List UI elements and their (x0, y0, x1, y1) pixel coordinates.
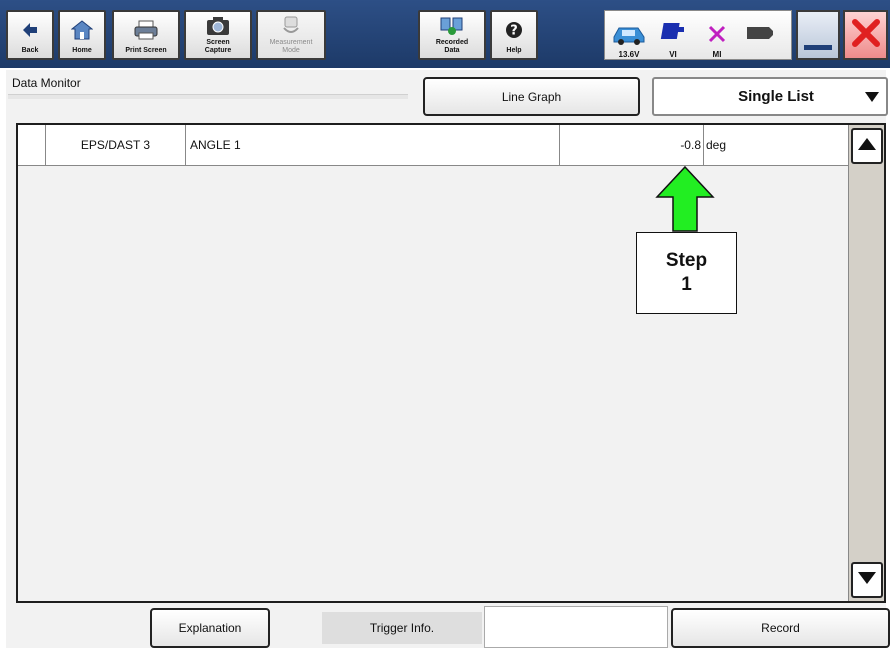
monitor-table: EPS/DAST 3 ANGLE 1 -0.8 deg (16, 123, 886, 603)
record-button[interactable]: Record (671, 608, 890, 648)
vi-icon (658, 21, 688, 50)
measurement-icon (281, 12, 301, 39)
screen-capture-button[interactable]: Screen Capture (184, 10, 252, 60)
connector-icon (745, 21, 777, 50)
vi-label: VI (669, 50, 677, 59)
back-arrow-icon (21, 12, 39, 47)
home-icon (71, 12, 93, 47)
title-underline (8, 94, 408, 99)
row-checkbox-cell[interactable] (18, 125, 46, 165)
print-screen-label: Print Screen (125, 47, 167, 54)
help-icon: ? (505, 12, 523, 47)
chevron-down-icon (858, 91, 886, 103)
home-button[interactable]: Home (58, 10, 106, 60)
status-panel: 13.6V VI MI (604, 10, 792, 60)
explanation-label: Explanation (178, 621, 242, 635)
svg-text:?: ? (510, 23, 518, 38)
screen-capture-label: Screen Capture (204, 39, 232, 54)
vertical-scrollbar[interactable] (848, 125, 884, 601)
printer-icon (133, 12, 159, 47)
toolbar: Back Home Print Screen Screen Capture Me… (0, 0, 890, 68)
table-row[interactable]: EPS/DAST 3 ANGLE 1 -0.8 deg (18, 125, 848, 166)
line-graph-label: Line Graph (501, 89, 562, 104)
minimize-button[interactable] (796, 10, 840, 60)
measurement-mode-label: Measurement Mode (269, 39, 313, 54)
help-label: Help (506, 47, 522, 54)
value-cell: -0.8 (560, 125, 704, 165)
voltage-readout: 13.6V (618, 50, 640, 59)
mi-label: MI (712, 50, 722, 59)
help-button[interactable]: ? Help (490, 10, 538, 60)
triangle-down-icon (857, 571, 877, 590)
step-callout-line2: 1 (681, 274, 692, 295)
connection-status (741, 15, 781, 59)
car-icon (611, 23, 647, 50)
system-cell: EPS/DAST 3 (46, 125, 186, 165)
data-monitor-panel: Data Monitor Line Graph Single List EPS/… (6, 70, 890, 648)
recorded-data-icon (439, 12, 465, 39)
step-callout-line1: Step (665, 250, 708, 271)
print-screen-button[interactable]: Print Screen (112, 10, 180, 60)
recorded-data-label: Recorded Data (435, 39, 469, 54)
record-label: Record (761, 621, 800, 635)
measurement-mode-button[interactable]: Measurement Mode (256, 10, 326, 60)
mi-status: MI (697, 15, 737, 59)
item-cell: ANGLE 1 (186, 125, 560, 165)
step-callout: Step 1 (636, 232, 737, 314)
unit-cell: deg (706, 138, 727, 152)
display-mode-value: Single List (738, 88, 814, 105)
back-label: Back (21, 47, 39, 54)
scroll-down-button[interactable] (851, 562, 883, 598)
explanation-button[interactable]: Explanation (150, 608, 270, 648)
title-area: Data Monitor (12, 74, 412, 92)
trigger-info-label: Trigger Info. (322, 612, 482, 644)
recorded-data-button[interactable]: Recorded Data (418, 10, 486, 60)
close-icon (851, 18, 881, 53)
camera-icon (205, 12, 231, 39)
page-title: Data Monitor (12, 76, 81, 90)
trigger-info-field (484, 606, 668, 648)
vi-status: VI (653, 15, 693, 59)
back-button[interactable]: Back (6, 10, 54, 60)
home-label: Home (72, 47, 92, 54)
battery-status: 13.6V (609, 15, 649, 59)
scroll-up-button[interactable] (851, 128, 883, 164)
triangle-up-icon (857, 137, 877, 156)
mi-x-icon (706, 23, 728, 50)
display-mode-select[interactable]: Single List (652, 77, 888, 116)
close-button[interactable] (843, 10, 888, 60)
minimize-icon (804, 45, 832, 50)
green-arrow-icon (655, 165, 715, 232)
line-graph-button[interactable]: Line Graph (423, 77, 640, 116)
